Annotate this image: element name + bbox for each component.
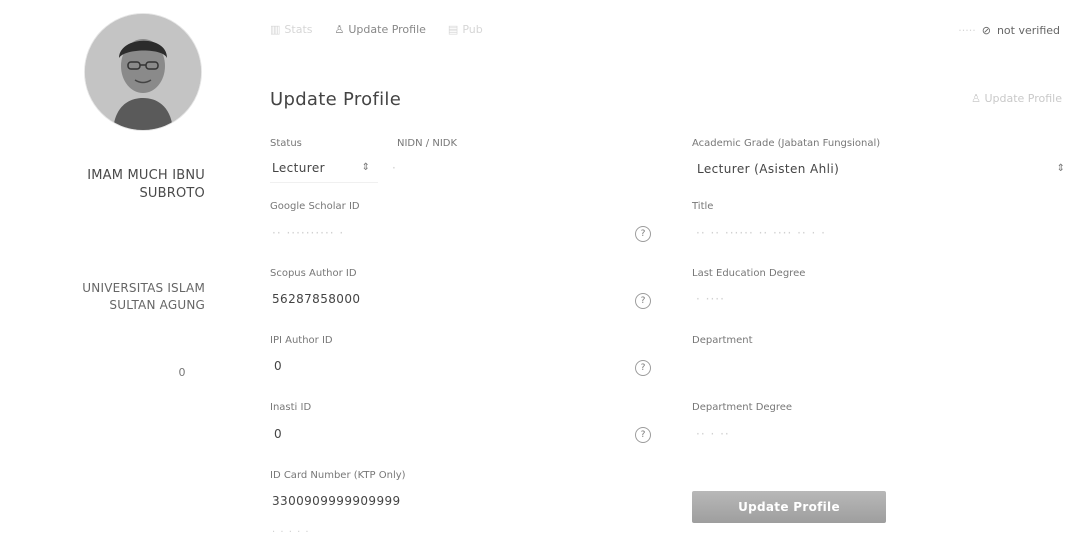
- help-circle-icon[interactable]: ?: [635, 226, 651, 242]
- inasti-value: 0: [274, 427, 283, 441]
- update-profile-button[interactable]: Update Profile: [692, 491, 886, 523]
- scopus-field[interactable]: 56287858000: [270, 288, 620, 312]
- status-value: Lecturer: [272, 161, 325, 175]
- academic-grade-select[interactable]: Lecturer (Asisten Ahli) ⇕: [692, 158, 1067, 182]
- ipi-value: 0: [274, 359, 283, 373]
- verification-text: not verified: [996, 24, 1060, 37]
- profile-tabs: ▥ Stats ♙ Update Profile ▤ Pub: [270, 23, 483, 36]
- update-profile-link-label: Update Profile: [984, 92, 1062, 105]
- status-label: Status: [270, 138, 302, 149]
- google-scholar-field[interactable]: ·· ·········· ·: [270, 222, 620, 246]
- id-card-value: 3300909999909999: [272, 494, 401, 508]
- chevron-updown-icon: ⇕: [361, 162, 370, 173]
- department-label: Department: [692, 335, 753, 346]
- google-scholar-value-blurred: ·· ·········· ·: [272, 226, 345, 240]
- id-card-field[interactable]: 3300909999909999: [270, 490, 620, 514]
- academic-grade-label: Academic Grade (Jabatan Fungsional): [692, 138, 881, 149]
- last-education-label: Last Education Degree: [692, 268, 806, 279]
- last-education-value-blurred: · ····: [696, 292, 725, 306]
- inasti-field[interactable]: 0: [270, 423, 620, 447]
- verification-status: ····· ⊘ not verified: [958, 24, 1060, 37]
- nidn-field[interactable]: ·: [392, 158, 612, 180]
- last-education-field[interactable]: · ····: [692, 288, 1067, 312]
- help-circle-icon[interactable]: ?: [635, 360, 651, 376]
- id-card-label: ID Card Number (KTP Only): [270, 470, 406, 481]
- department-degree-label: Department Degree: [692, 402, 793, 413]
- tab-pub-label: Pub: [462, 23, 483, 36]
- profile-avatar: [85, 14, 201, 130]
- profile-name: IMAM MUCH IBNU SUBROTO: [87, 168, 205, 201]
- scopus-value: 56287858000: [272, 292, 361, 306]
- tab-stats-label: Stats: [284, 23, 313, 36]
- title-field[interactable]: ·· ·· ······ ·· ···· ·· · ·: [692, 222, 1067, 246]
- chart-icon: ▥: [270, 23, 281, 36]
- department-degree-field[interactable]: ·· · ··: [692, 423, 1067, 447]
- academic-grade-value: Lecturer (Asisten Ahli): [697, 162, 840, 176]
- document-icon: ▤: [447, 23, 459, 36]
- google-scholar-label: Google Scholar ID: [270, 201, 360, 212]
- avatar-photo: [85, 14, 201, 130]
- tab-publications[interactable]: ▤ Pub: [448, 23, 483, 36]
- tab-update-label: Update Profile: [348, 23, 426, 36]
- help-circle-icon[interactable]: ?: [635, 427, 651, 443]
- ipi-field[interactable]: 0: [270, 355, 620, 379]
- help-circle-icon[interactable]: ?: [635, 293, 651, 309]
- title-label: Title: [692, 201, 714, 212]
- nidn-label: NIDN / NIDK: [397, 138, 458, 149]
- update-profile-link[interactable]: ♙ Update Profile: [971, 92, 1062, 105]
- user-icon: ♙: [334, 23, 345, 36]
- ipi-label: IPI Author ID: [270, 335, 333, 346]
- nidn-value-blurred: ·: [392, 161, 397, 175]
- inasti-label: Inasti ID: [270, 402, 312, 413]
- status-select[interactable]: Lecturer ⇕: [270, 158, 384, 180]
- scopus-label: Scopus Author ID: [270, 268, 357, 279]
- title-value-blurred: ·· ·· ······ ·· ···· ·· · ·: [696, 226, 826, 240]
- department-field[interactable]: [692, 355, 1067, 379]
- profile-affiliation: UNIVERSITAS ISLAM SULTAN AGUNG: [82, 281, 205, 312]
- status-underline: [270, 182, 378, 183]
- tab-stats[interactable]: ▥ Stats: [270, 23, 313, 36]
- verification-label-blurred: ·····: [958, 24, 976, 37]
- not-verified-icon: ⊘: [981, 24, 991, 37]
- sidebar-count: 0: [178, 366, 186, 379]
- tab-update-profile[interactable]: ♙ Update Profile: [335, 23, 426, 36]
- chevron-updown-icon: ⇕: [1056, 163, 1065, 174]
- department-degree-value-blurred: ·· · ··: [696, 427, 730, 441]
- id-card-hint-blurred: · · · · ·: [272, 527, 310, 538]
- page-title: Update Profile: [270, 89, 402, 110]
- user-icon: ♙: [971, 92, 985, 105]
